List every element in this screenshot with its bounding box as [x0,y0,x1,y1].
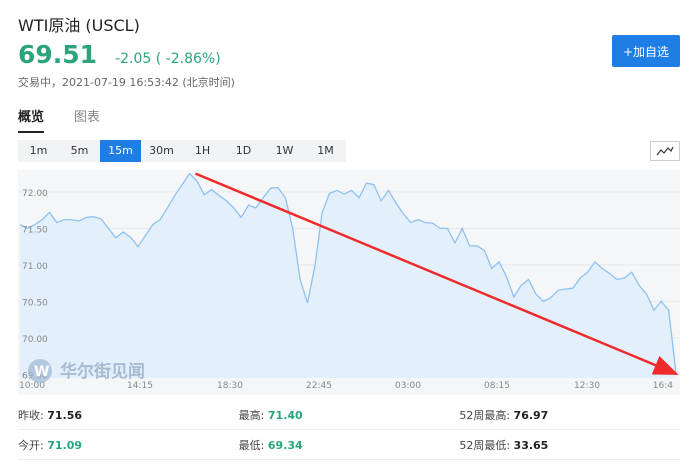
interval-30m[interactable]: 30m [141,140,182,162]
svg-text:W: W [34,364,49,380]
stats-row-2: 今开: 71.09 最低: 69.34 52周最低: 33.65 [18,430,680,460]
view-tabs: 概览 图表 [18,106,130,133]
interval-1mo[interactable]: 1M [305,140,346,162]
trading-status: 交易中，2021-07-19 16:53:42 (北京时间) [18,76,235,89]
x-tick-label: 16:4 [653,381,673,391]
price-row: 69.51 -2.05 ( -2.86%) [18,40,221,69]
y-tick-label: 70.00 [22,335,48,345]
last-price: 69.51 [18,40,98,69]
line-chart-icon [656,146,674,156]
stats-row-1: 昨收: 71.56 最高: 71.40 52周最高: 76.97 [18,400,680,430]
stat-open: 今开: 71.09 [18,438,83,452]
tab-chart[interactable]: 图表 [74,106,100,133]
interval-1h[interactable]: 1H [182,140,223,162]
interval-selector: 1m 5m 15m 30m 1H 1D 1W 1M [18,140,346,162]
instrument-title: WTI原油 (USCL) [18,16,140,35]
stat-high: 最高: 71.40 [238,408,303,422]
watermark-logo: W 华尔街见闻 [28,359,145,383]
stat-prev-close: 昨收: 71.56 [18,408,83,422]
x-tick-label: 14:15 [127,381,153,391]
x-tick-label: 12:30 [574,381,600,391]
y-tick-label: 71.50 [22,225,48,235]
y-tick-label: 70.50 [22,298,48,308]
x-tick-label: 18:30 [217,381,243,391]
price-chart-svg: 72.0071.5071.0070.5070.0069.50 10:0014:1… [18,170,680,395]
price-chart[interactable]: 72.0071.5071.0070.5070.0069.50 10:0014:1… [18,170,680,395]
interval-5m[interactable]: 5m [59,140,100,162]
tab-overview[interactable]: 概览 [18,106,45,133]
y-tick-label: 71.00 [22,262,48,272]
chart-type-button[interactable] [650,141,680,161]
interval-1m[interactable]: 1m [18,140,59,162]
x-tick-label: 03:00 [395,381,421,391]
y-tick-label: 72.00 [22,189,48,199]
x-tick-label: 08:15 [484,381,510,391]
add-to-watchlist-button[interactable]: +加自选 [612,35,680,67]
stat-52w-low: 52周最低: 33.65 [459,438,549,452]
watermark-text: 华尔街见闻 [60,361,145,382]
interval-1d[interactable]: 1D [223,140,264,162]
interval-1w[interactable]: 1W [264,140,305,162]
stat-low: 最低: 69.34 [238,438,303,452]
interval-15m[interactable]: 15m [100,140,141,162]
stats-panel: 昨收: 71.56 最高: 71.40 52周最高: 76.97 今开: 71.… [18,400,680,460]
stat-52w-high: 52周最高: 76.97 [459,408,549,422]
price-change: -2.05 ( -2.86%) [115,51,221,67]
x-tick-label: 22:45 [306,381,332,391]
